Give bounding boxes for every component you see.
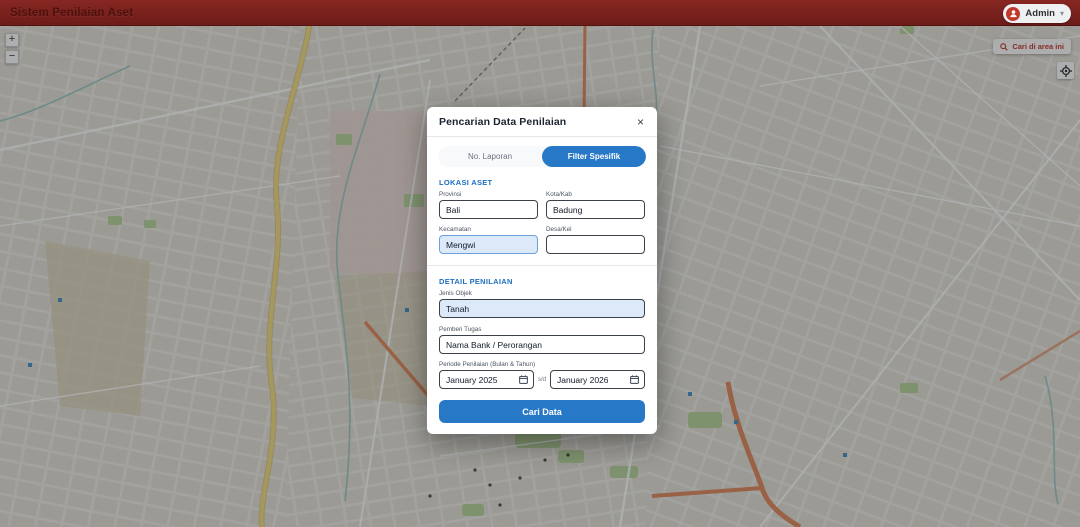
provinsi-label: Provinsi [439,191,538,198]
search-area-label: Cari di area ini [1012,42,1064,51]
user-avatar [1006,7,1020,21]
provinsi-input[interactable] [439,200,538,219]
app-header: Sistem Penilaian Aset Admin ▾ [0,0,1080,26]
jenis-objek-input[interactable] [439,299,645,318]
periode-inputs: January 2025 s/d January 2026 [439,370,645,389]
kecamatan-input[interactable] [439,235,538,254]
jenis-objek-field: Jenis Objek [439,290,645,318]
section-lokasi-aset: LOKASI ASET [439,178,645,187]
periode-separator: s/d [538,377,546,383]
modal-title: Pencarian Data Penilaian [439,116,566,128]
search-modal: Pencarian Data Penilaian × No. Laporan F… [427,107,657,434]
periode-from-input[interactable]: January 2025 [439,370,534,389]
locate-me-button[interactable] [1057,62,1074,79]
modal-header: Pencarian Data Penilaian × [427,107,657,137]
crosshair-icon [1060,65,1072,77]
zoom-out-button[interactable]: − [5,50,19,64]
pemberi-tugas-input[interactable] [439,335,645,354]
jenis-objek-label: Jenis Objek [439,290,645,297]
periode-to-value: January 2026 [557,375,609,385]
section-detail-penilaian: DETAIL PENILAIAN [439,277,645,286]
periode-label: Periode Penilaian (Bulan & Tahun) [439,361,645,368]
search-this-area-button[interactable]: Cari di area ini [993,39,1071,54]
periode-to-input[interactable]: January 2026 [550,370,645,389]
zoom-in-button[interactable]: + [5,33,19,47]
kota-kab-label: Kota/Kab [546,191,645,198]
desa-kel-label: Desa/Kel [546,226,645,233]
pemberi-tugas-label: Pemberi Tugas [439,326,645,333]
close-icon[interactable]: × [636,116,645,128]
chevron-down-icon: ▾ [1060,10,1064,18]
calendar-icon [519,375,528,384]
section-divider [427,265,657,266]
lokasi-fields: Provinsi Kota/Kab Kecamatan Desa/Kel [439,191,645,254]
person-icon [1009,9,1018,18]
user-name-label: Admin [1025,8,1055,19]
periode-from-value: January 2025 [446,375,498,385]
app-title: Sistem Penilaian Aset [10,7,133,19]
periode-field: Periode Penilaian (Bulan & Tahun) [439,361,645,370]
cari-data-button[interactable]: Cari Data [439,400,645,423]
pemberi-tugas-field: Pemberi Tugas [439,326,645,354]
calendar-icon [630,375,639,384]
map-zoom-control: + − [5,33,19,64]
kota-kab-input[interactable] [546,200,645,219]
search-icon [1000,43,1008,51]
desa-kel-input[interactable] [546,235,645,254]
search-mode-tabs: No. Laporan Filter Spesifik [438,146,646,167]
user-menu-button[interactable]: Admin ▾ [1003,4,1071,23]
kecamatan-label: Kecamatan [439,226,538,233]
tab-no-laporan[interactable]: No. Laporan [438,146,542,167]
tab-filter-spesifik[interactable]: Filter Spesifik [542,146,646,167]
